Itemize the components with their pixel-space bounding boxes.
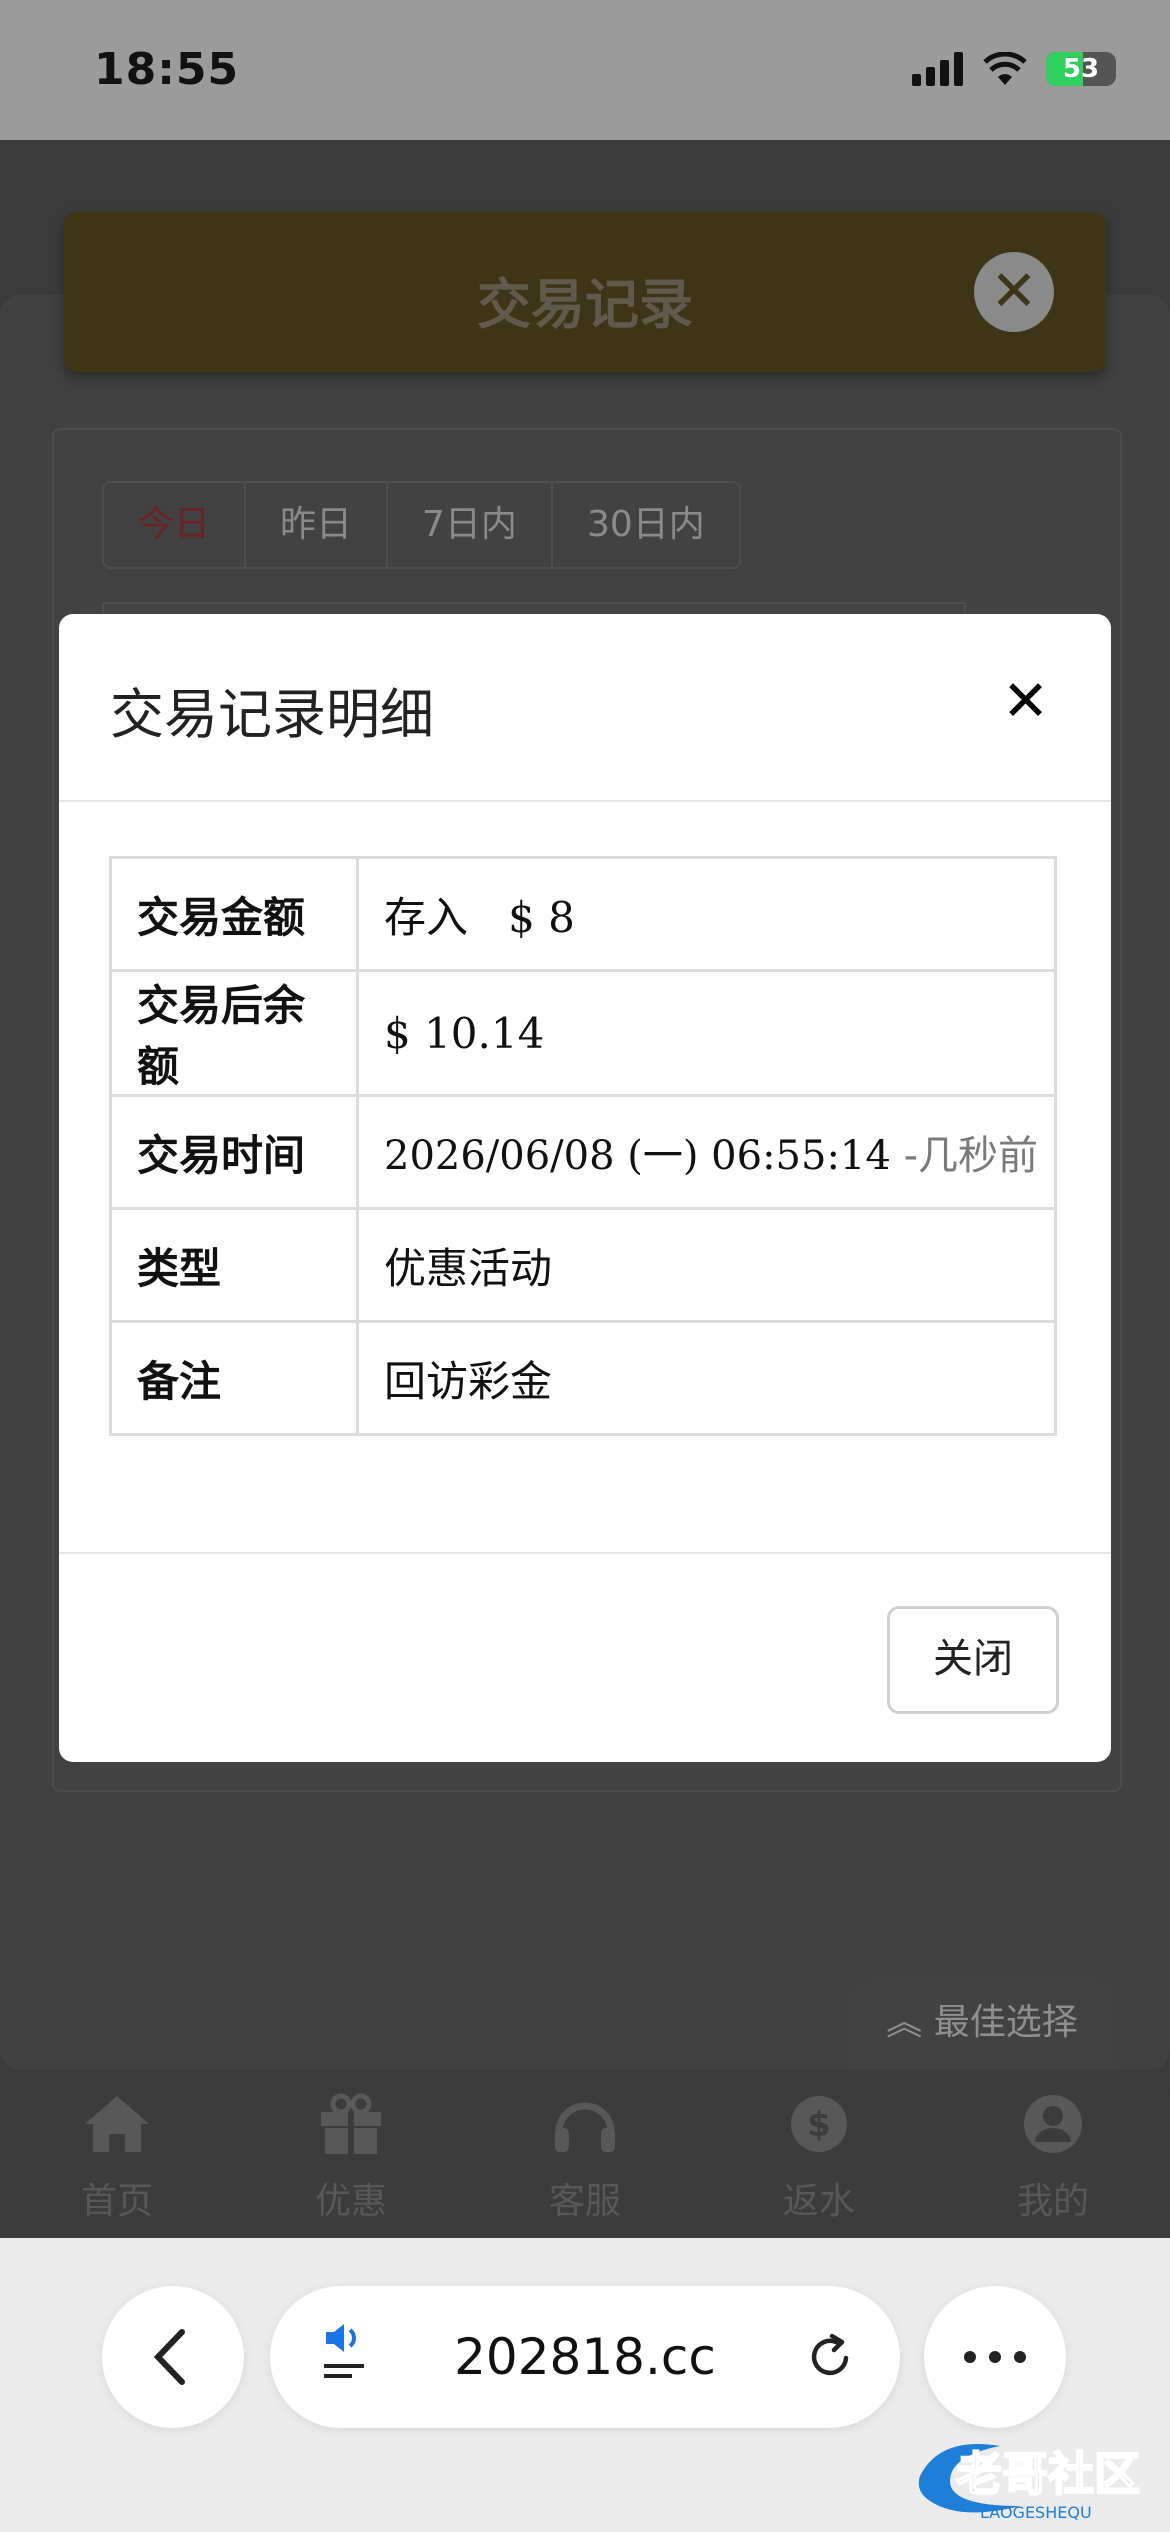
deposit-label: 存入: [384, 892, 469, 942]
tab-7-days[interactable]: 7日内: [388, 483, 553, 567]
gift-icon: [261, 2092, 441, 2172]
row-label: 交易时间: [109, 1094, 359, 1210]
row-label: 交易后余额: [109, 969, 359, 1097]
svg-text:LAOGESHEQU: LAOGESHEQU: [980, 2503, 1092, 2522]
nav-item-promotions[interactable]: 优惠: [261, 2070, 441, 2240]
chevrons-up-icon: ︽: [886, 2002, 923, 2043]
nav-label: 首页: [80, 2181, 153, 2222]
table-row: 备注 回访彩金: [109, 1320, 1057, 1436]
wifi-icon: [983, 52, 1027, 85]
nav-item-support[interactable]: 客服: [495, 2070, 675, 2240]
headset-icon: [495, 2092, 675, 2172]
date-filter-tabs: 今日 昨日 7日内 30日内: [102, 481, 741, 569]
home-icon: [27, 2092, 207, 2172]
reload-icon[interactable]: [806, 2332, 856, 2382]
close-icon[interactable]: ✕: [974, 252, 1054, 332]
records-title-bar: 交易记录 ✕: [64, 212, 1106, 372]
battery-level: 53: [1062, 54, 1100, 84]
dollar-badge-icon: $: [729, 2092, 909, 2172]
row-value-amount: 存入 $ 8: [356, 856, 1057, 972]
bottom-nav: 首页 优惠 客服 $ 返水 我的: [0, 2070, 1170, 2240]
nav-label: 优惠: [314, 2181, 387, 2222]
modal-header: 交易记录明细 ✕: [59, 614, 1111, 802]
more-button[interactable]: [924, 2286, 1066, 2428]
more-icon: [964, 2351, 1026, 2363]
best-choice-label: 最佳选择: [933, 2002, 1078, 2043]
watermark-logo: 老哥社区 LAOGESHEQU: [910, 2426, 1160, 2526]
nav-label: 我的: [1016, 2181, 1089, 2222]
chevron-left-icon: [153, 2329, 185, 2385]
row-value-note: 回访彩金: [356, 1320, 1057, 1436]
nav-item-profile[interactable]: 我的: [963, 2070, 1143, 2240]
modal-title: 交易记录明细: [110, 683, 434, 746]
table-row: 交易时间 2026/06/08 (一) 06:55:14 -几秒前: [109, 1094, 1057, 1210]
table-row: 类型 优惠活动: [109, 1207, 1057, 1323]
timestamp: 2026/06/08 (一) 06:55:14: [384, 1133, 891, 1179]
row-label: 交易金额: [109, 856, 359, 972]
page-title: 交易记录: [477, 273, 693, 336]
status-bar: 18:55 53: [0, 0, 1170, 140]
tab-30-days[interactable]: 30日内: [553, 483, 739, 567]
svg-text:$: $: [807, 2105, 831, 2145]
tab-today[interactable]: 今日: [104, 483, 247, 567]
relative-time: -几秒前: [903, 1133, 1038, 1179]
signal-icon: [912, 52, 963, 86]
row-value-balance: $ 10.14: [356, 969, 1057, 1097]
address-bar[interactable]: 202818.cc: [270, 2286, 900, 2428]
user-icon: [963, 2092, 1143, 2172]
nav-item-home[interactable]: 首页: [27, 2070, 207, 2240]
row-label: 类型: [109, 1207, 359, 1323]
close-icon[interactable]: ✕: [1002, 672, 1049, 732]
tab-yesterday[interactable]: 昨日: [246, 483, 389, 567]
best-choice-button[interactable]: ︽ 最佳选择: [846, 1976, 1118, 2070]
transaction-detail-modal: 交易记录明细 ✕ 交易金额 存入 $ 8 交易后余额 $ 10.14 交易时间 …: [59, 614, 1111, 1762]
status-time: 18:55: [94, 44, 240, 95]
close-button[interactable]: 关闭: [887, 1606, 1059, 1714]
table-row: 交易金额 存入 $ 8: [109, 856, 1057, 972]
amount-value: $ 8: [508, 892, 575, 942]
row-value-time: 2026/06/08 (一) 06:55:14 -几秒前: [356, 1094, 1057, 1210]
transaction-detail-table: 交易金额 存入 $ 8 交易后余额 $ 10.14 交易时间 2026/06/0…: [109, 856, 1057, 1436]
nav-item-rebate[interactable]: $ 返水: [729, 2070, 909, 2240]
battery-icon: 53: [1046, 52, 1116, 86]
nav-label: 客服: [548, 2181, 621, 2222]
table-row: 交易后余额 $ 10.14: [109, 969, 1057, 1097]
back-button[interactable]: [102, 2286, 244, 2428]
nav-label: 返水: [782, 2181, 855, 2222]
status-icons: 53: [912, 52, 1116, 86]
modal-footer: 关闭: [59, 1552, 1111, 1764]
svg-text:老哥社区: 老哥社区: [956, 2447, 1140, 2501]
row-value-type: 优惠活动: [356, 1207, 1057, 1323]
row-label: 备注: [109, 1320, 359, 1436]
